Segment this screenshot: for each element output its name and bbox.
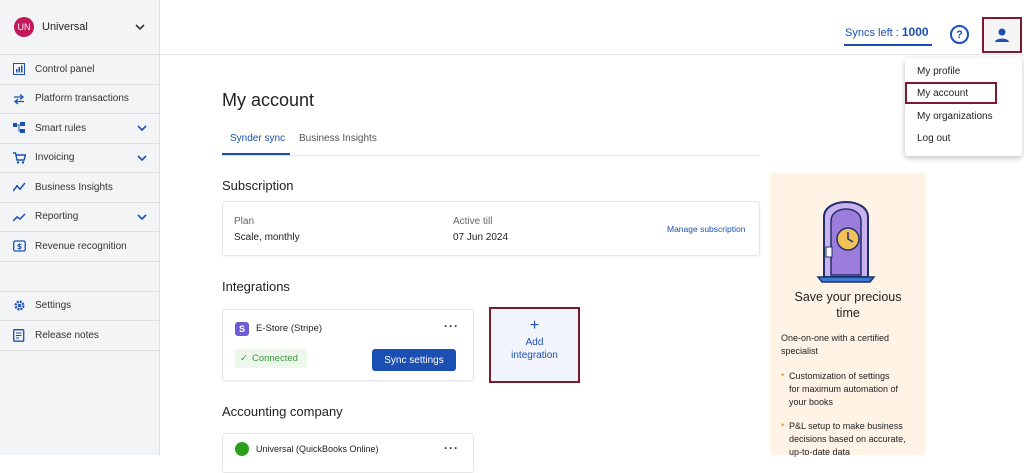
syncs-counter[interactable]: Syncs left : 1000 <box>845 25 929 39</box>
help-icon[interactable]: ? <box>950 25 969 44</box>
bullet-icon: • <box>781 420 785 430</box>
sidebar-item-label: Revenue recognition <box>35 240 127 252</box>
cart-icon <box>12 151 26 165</box>
sidebar-item-control-panel[interactable]: Control panel <box>0 55 159 85</box>
user-icon <box>995 28 1009 42</box>
sidebar-item-smart-rules[interactable]: Smart rules <box>0 114 159 144</box>
promo-title-line-2: time <box>836 306 860 320</box>
sync-settings-button[interactable]: Sync settings <box>372 349 456 371</box>
quickbooks-icon <box>235 442 249 456</box>
add-integration-label-1: Add <box>525 337 544 348</box>
sidebar-item-label: Platform transactions <box>35 93 129 105</box>
trend-icon <box>12 180 26 194</box>
tab-business-insights[interactable]: Business Insights <box>299 133 377 144</box>
active-till-value: 07 Jun 2024 <box>453 232 509 243</box>
add-integration-label-2: integration <box>511 350 558 361</box>
sidebar-item-invoicing[interactable]: Invoicing <box>0 144 159 173</box>
menu-highlight-box <box>905 82 997 104</box>
active-till-label: Active till <box>453 216 493 227</box>
svg-text:$: $ <box>16 242 22 251</box>
syncs-label: Syncs left : <box>845 27 899 39</box>
gear-icon <box>12 299 26 313</box>
sidebar-item-label: Control panel <box>35 63 95 75</box>
sidebar-item-release-notes[interactable]: Release notes <box>0 321 159 351</box>
sidebar-item-label: Release notes <box>35 329 99 341</box>
sidebar-item-label: Reporting <box>35 211 79 223</box>
sidebar-item-platform-transactions[interactable]: Platform transactions <box>0 85 159 114</box>
accounting-company-name: Universal (QuickBooks Online) <box>256 444 379 454</box>
arrows-exchange-icon <box>12 92 26 106</box>
org-name: Universal <box>42 21 88 33</box>
active-tab-indicator <box>222 153 290 155</box>
clock-illustration-icon <box>816 201 876 283</box>
chevron-down-icon <box>137 214 147 220</box>
promo-bullet-1: Customization of settings for maximum au… <box>789 370 921 409</box>
menu-item-my-organizations[interactable]: My organizations <box>917 111 993 122</box>
integrations-heading: Integrations <box>222 279 290 294</box>
user-menu-button[interactable] <box>982 17 1022 53</box>
integration-name: E-Store (Stripe) <box>256 323 322 334</box>
rules-icon <box>12 121 26 135</box>
tab-synder-sync[interactable]: Synder sync <box>230 133 285 144</box>
org-avatar: UN <box>14 17 34 37</box>
dollar-icon: $ <box>12 239 26 253</box>
promo-bullet-2-line-1: P&L setup to make business <box>789 421 903 431</box>
promo-bullet-2-line-3: up-to-date data <box>789 447 851 457</box>
sidebar: UN Universal Control panel Platform tran… <box>0 0 160 455</box>
promo-bullet-1-line-1: Customization of settings <box>789 371 890 381</box>
page-title: My account <box>222 90 315 110</box>
subscription-card: Plan Scale, monthly Active till 07 Jun 2… <box>222 201 760 256</box>
add-integration-button[interactable]: + Add integration <box>489 307 580 383</box>
sidebar-spacer <box>0 262 159 292</box>
more-options-icon[interactable]: ··· <box>444 441 459 455</box>
promo-title-line-1: Save your precious <box>794 290 902 304</box>
syncs-underline <box>844 44 932 46</box>
notes-icon <box>12 328 26 342</box>
promo-intro-line-1: One-on-one with a certified <box>781 333 890 343</box>
sidebar-item-label: Settings <box>35 300 72 312</box>
bullet-icon: • <box>781 370 785 380</box>
sidebar-item-label: Smart rules <box>35 122 87 134</box>
promo-bullet-1-line-2: for maximum automation of <box>789 384 899 394</box>
promo-bullet-2: P&L setup to make business decisions bas… <box>789 420 921 459</box>
promo-intro: One-on-one with a certified specialist <box>781 332 921 358</box>
promo-bullet-1-line-3: your books <box>789 397 834 407</box>
status-text: Connected <box>251 353 298 364</box>
sidebar-item-reporting[interactable]: Reporting <box>0 203 159 232</box>
org-switcher[interactable]: UN Universal <box>0 0 159 55</box>
promo-panel: Save your precious time One-on-one with … <box>770 173 926 457</box>
chevron-down-icon <box>135 24 145 31</box>
plan-label: Plan <box>234 216 255 227</box>
user-dropdown-menu: My profile My account My organizations L… <box>905 58 1022 156</box>
menu-item-log-out[interactable]: Log out <box>917 133 950 144</box>
plan-value: Scale, monthly <box>234 232 300 243</box>
dashboard-icon <box>12 62 26 76</box>
promo-title: Save your precious time <box>770 289 926 321</box>
syncs-value: 1000 <box>901 25 929 39</box>
sidebar-item-revenue-recognition[interactable]: $ Revenue recognition <box>0 232 159 262</box>
sidebar-item-business-insights[interactable]: Business Insights <box>0 173 159 203</box>
chevron-down-icon <box>137 125 147 132</box>
plus-icon: + <box>529 317 540 334</box>
subscription-heading: Subscription <box>222 178 294 193</box>
sidebar-item-label: Business Insights <box>35 181 113 193</box>
stripe-badge-icon: S <box>235 322 249 336</box>
status-badge: ✓ Connected <box>235 349 307 368</box>
integration-card: S E-Store (Stripe) ··· ✓ Connected Sync … <box>222 309 474 381</box>
chart-line-icon <box>12 210 26 224</box>
promo-bullet-2-line-2: decisions based on accurate, <box>789 434 906 444</box>
menu-item-my-profile[interactable]: My profile <box>917 66 960 77</box>
chevron-down-icon <box>137 155 147 161</box>
more-options-icon[interactable]: ··· <box>444 319 459 333</box>
accounting-company-heading: Accounting company <box>222 404 343 419</box>
promo-intro-line-2: specialist <box>781 346 819 356</box>
sidebar-item-settings[interactable]: Settings <box>0 292 159 321</box>
manage-subscription-link[interactable]: Manage subscription <box>667 224 745 234</box>
accounting-card: Universal (QuickBooks Online) ··· <box>222 433 474 473</box>
check-icon: ✓ <box>240 353 248 364</box>
sidebar-item-label: Invoicing <box>35 152 75 164</box>
tabs-divider <box>222 155 760 156</box>
